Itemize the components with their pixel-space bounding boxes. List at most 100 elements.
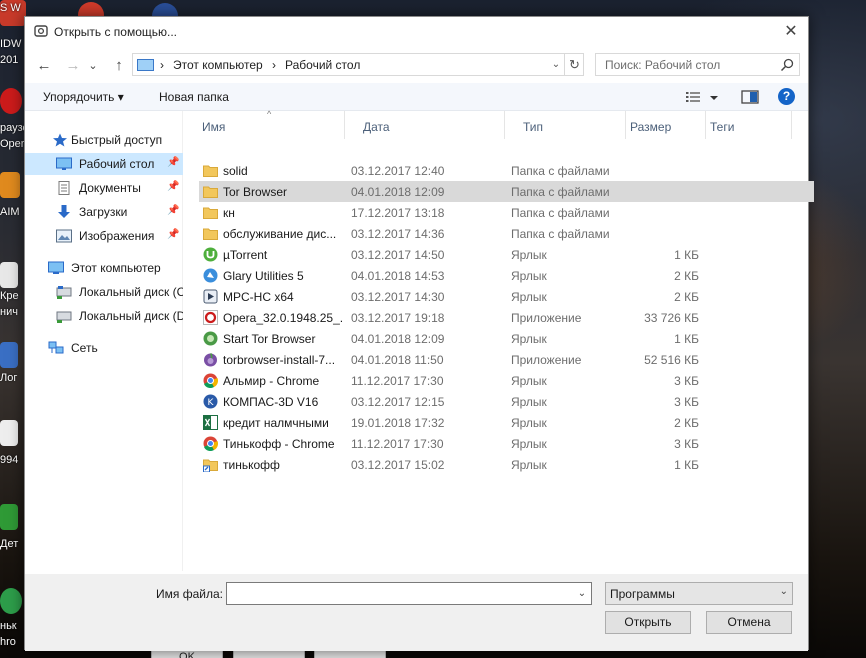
file-row[interactable]: кредит налмчными 19.01.2018 17:32 Ярлык 2 К… xyxy=(199,412,814,433)
preview-pane-icon[interactable] xyxy=(741,88,759,106)
breadcrumb-separator: › xyxy=(272,58,276,72)
tor-installer-icon xyxy=(204,352,217,367)
file-name: тинькофф xyxy=(223,458,280,472)
file-row[interactable]: тинькофф 03.12.2017 15:02 Ярлык 1 КБ xyxy=(199,454,814,475)
file-name: Opera_32.0.1948.25_... xyxy=(223,311,343,325)
file-row[interactable]: Start Tor Browser 04.01.2018 12:09 Ярлык 1 … xyxy=(199,328,814,349)
search-icon[interactable] xyxy=(779,57,795,73)
sidebar-item-drive-c[interactable]: Локальный диск (C xyxy=(25,281,183,303)
file-row[interactable]: Opera_32.0.1948.25_... 03.12.2017 19:18 Пр… xyxy=(199,307,814,328)
file-row[interactable]: MPC-HC x64 03.12.2017 14:30 Ярлык 2 КБ xyxy=(199,286,814,307)
file-row[interactable]: Альмир - Chrome 11.12.2017 17:30 Ярлык 3 КБ xyxy=(199,370,814,391)
sidebar-item-drive-d[interactable]: Локальный диск (D xyxy=(25,305,183,327)
column-header-tags[interactable]: Теги xyxy=(706,111,792,139)
help-icon[interactable]: ? xyxy=(778,88,795,105)
forward-button[interactable]: → xyxy=(62,55,84,77)
file-date: 17.12.2017 13:18 xyxy=(351,206,445,220)
file-type: Ярлык xyxy=(511,248,547,262)
filter-value: Программы xyxy=(610,587,675,601)
file-row[interactable]: обслуживание дис... 03.12.2017 14:36 Папка… xyxy=(199,223,814,244)
file-type: Ярлык xyxy=(511,290,547,304)
file-size: 33 726 КБ xyxy=(644,311,699,325)
desktop-shortcut-icon[interactable] xyxy=(0,504,18,530)
file-row[interactable]: кн 17.12.2017 13:18 Папка с файлами xyxy=(199,202,814,223)
pin-icon: 📌 xyxy=(167,181,180,192)
sidebar-item-this-pc[interactable]: Этот компьютер xyxy=(25,257,183,279)
column-header-size[interactable]: Размер xyxy=(626,111,706,139)
sidebar-item-label: Локальный диск (D xyxy=(79,309,183,323)
pin-icon: 📌 xyxy=(167,205,180,216)
organize-button[interactable]: Упорядочить ▾ xyxy=(43,90,124,104)
file-size: 2 КБ xyxy=(674,416,699,430)
file-date: 19.01.2018 17:32 xyxy=(351,416,445,430)
file-name: Glary Utilities 5 xyxy=(223,269,304,283)
file-row[interactable]: K КОМПАС-3D V16 03.12.2017 12:15 Ярлык 3 КБ xyxy=(199,391,814,412)
up-button[interactable]: ↑ xyxy=(108,55,130,77)
search-box[interactable]: Поиск: Рабочий стол xyxy=(595,53,800,76)
sidebar-item-desktop[interactable]: Рабочий стол 📌 xyxy=(25,153,183,175)
desktop-label: нич xyxy=(0,306,18,318)
sidebar-item-documents[interactable]: Документы 📌 xyxy=(25,177,183,199)
folder-icon xyxy=(203,228,218,240)
file-name: обслуживание дис... xyxy=(223,227,337,241)
open-with-dialog: Открыть с помощью... ✕ ← → ⌄ ↑ › Этот ко… xyxy=(24,16,814,651)
column-header-name[interactable]: Имя ^ xyxy=(184,109,345,139)
chrome-desktop-icon[interactable] xyxy=(0,588,22,614)
back-button[interactable]: ← xyxy=(33,55,55,77)
file-size: 52 516 КБ xyxy=(644,353,699,367)
folder-icon xyxy=(203,207,218,219)
sidebar-item-pictures[interactable]: Изображения 📌 xyxy=(25,225,183,247)
file-row[interactable]: torbrowser-install-7... 04.01.2018 11:50 П… xyxy=(199,349,814,370)
view-options-icon[interactable] xyxy=(685,88,719,106)
utorrent-icon xyxy=(203,247,218,262)
title-bar[interactable]: Открыть с помощью... ✕ xyxy=(25,17,808,47)
recent-locations-button[interactable]: ⌄ xyxy=(87,55,99,77)
command-bar: Упорядочить ▾ Новая папка ? xyxy=(25,83,808,111)
close-button[interactable]: ✕ xyxy=(774,17,808,47)
file-type: Папка с файлами xyxy=(511,164,610,178)
background-button[interactable] xyxy=(314,650,386,658)
file-row[interactable]: solid 03.12.2017 12:40 Папка с файлами xyxy=(199,160,814,181)
filename-input[interactable]: ⌄ xyxy=(226,582,592,605)
file-row[interactable]: Tor Browser 04.01.2018 12:09 Папка с файла… xyxy=(199,181,814,202)
breadcrumb-this-pc[interactable]: Этот компьютер xyxy=(173,58,263,72)
new-folder-button[interactable]: Новая папка xyxy=(159,90,229,104)
cancel-button[interactable]: Отмена xyxy=(706,611,792,634)
open-button[interactable]: Открыть xyxy=(605,611,691,634)
file-name: torbrowser-install-7... xyxy=(223,353,336,367)
file-row[interactable]: Glary Utilities 5 04.01.2018 14:53 Ярлык 2 … xyxy=(199,265,814,286)
network-icon xyxy=(48,341,64,354)
desktop-shortcut-icon[interactable] xyxy=(0,262,18,288)
background-ok-button[interactable]: OK xyxy=(151,650,223,658)
search-input[interactable]: Поиск: Рабочий стол xyxy=(605,58,720,72)
desktop-icon xyxy=(56,157,72,170)
folder-shortcut-icon xyxy=(203,459,218,472)
background-button[interactable] xyxy=(233,650,305,658)
sidebar-item-network[interactable]: Сеть xyxy=(25,337,183,359)
kompas-icon: K xyxy=(203,394,218,409)
file-type: Папка с файлами xyxy=(511,206,610,220)
column-header-type[interactable]: Тип xyxy=(505,111,626,139)
aimp-desktop-icon[interactable] xyxy=(0,172,20,198)
file-row[interactable]: µTorrent 03.12.2017 14:50 Ярлык 1 КБ xyxy=(199,244,814,265)
navigation-pane: Быстрый доступ Рабочий стол 📌 Документы … xyxy=(25,111,183,571)
sort-ascending-icon: ^ xyxy=(267,109,272,119)
file-name: MPC-HC x64 xyxy=(223,290,294,304)
address-history-dropdown[interactable]: ⌄ xyxy=(549,57,563,73)
breadcrumb-desktop[interactable]: Рабочий стол xyxy=(285,58,360,72)
chevron-down-icon[interactable]: ⌄ xyxy=(575,586,589,602)
desktop-shortcut-icon[interactable] xyxy=(0,420,18,446)
desktop-shortcut-icon[interactable] xyxy=(0,342,18,368)
refresh-button[interactable]: ↻ xyxy=(564,53,584,76)
chevron-down-icon[interactable]: ⌄ xyxy=(780,586,788,597)
opera-desktop-icon[interactable] xyxy=(0,88,22,114)
column-header-date[interactable]: Дата xyxy=(345,111,505,139)
sidebar-item-downloads[interactable]: Загрузки 📌 xyxy=(25,201,183,223)
sidebar-item-quick-access[interactable]: Быстрый доступ xyxy=(25,129,183,151)
file-type-filter[interactable]: Программы ⌄ xyxy=(605,582,793,605)
file-row[interactable]: Тинькофф - Chrome 11.12.2017 17:30 Ярлык 3 … xyxy=(199,433,814,454)
sidebar-item-label: Изображения xyxy=(79,229,155,243)
file-date: 03.12.2017 12:15 xyxy=(351,395,445,409)
documents-icon xyxy=(58,181,70,195)
address-bar[interactable]: › Этот компьютер › Рабочий стол ⌄ xyxy=(132,53,584,76)
